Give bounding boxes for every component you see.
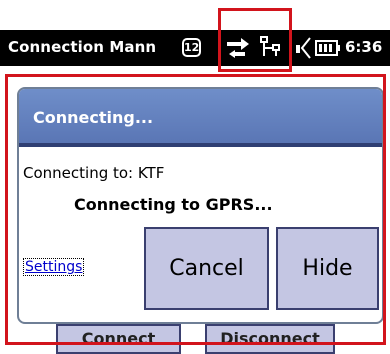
battery-icon[interactable]	[315, 40, 341, 60]
status-bar: Connection Mann 12 6:36	[0, 30, 390, 66]
signal-icon[interactable]	[296, 37, 316, 63]
highlight-box-status-icons	[218, 8, 292, 72]
badge-icon: 12	[182, 38, 201, 57]
clock: 6:36	[345, 38, 383, 56]
highlight-box-dialog	[5, 74, 386, 345]
app-title: Connection Mann	[8, 38, 157, 56]
